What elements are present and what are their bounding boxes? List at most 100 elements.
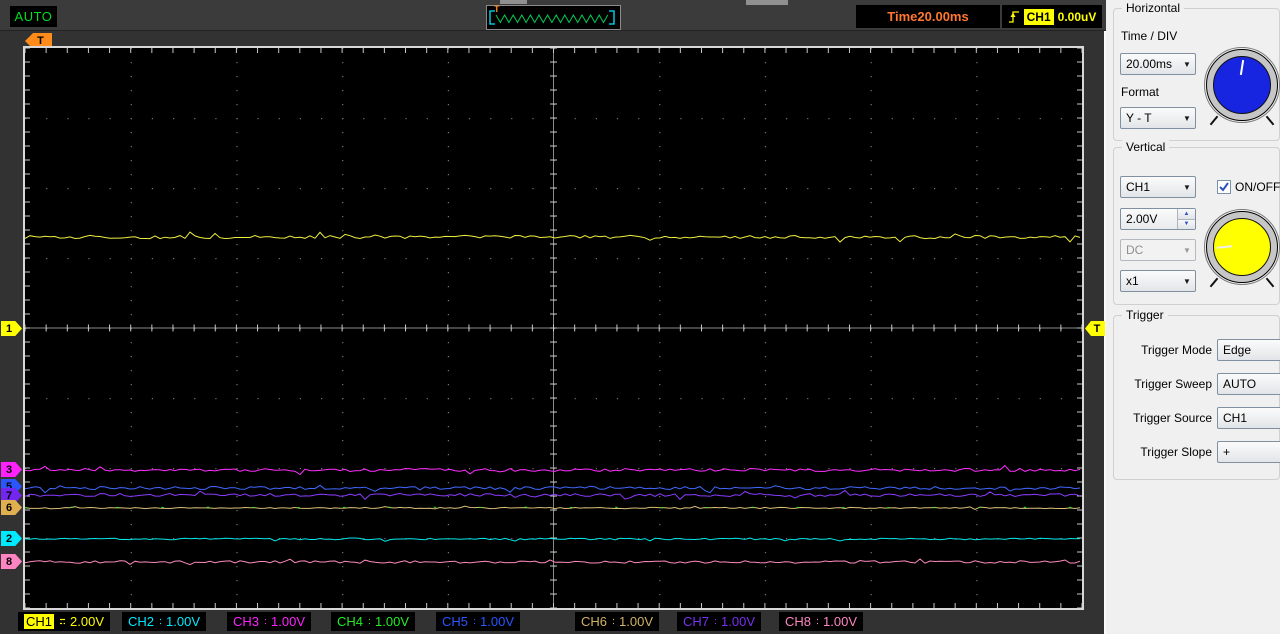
dc-coupling-icon <box>59 617 65 626</box>
trigger-row-label: Trigger Mode <box>1114 343 1212 357</box>
trigger-source-dropdown[interactable]: CH1▼ <box>1217 407 1280 429</box>
channel-label-ch8[interactable]: CH81.00V <box>779 612 863 631</box>
checkmark-icon <box>1218 181 1230 193</box>
knob-leg <box>1266 116 1275 126</box>
channel-select-dropdown[interactable]: CH1 ▼ <box>1120 176 1196 198</box>
probe-dropdown[interactable]: x1 ▼ <box>1120 270 1196 292</box>
channel-volts: 2.00V <box>70 614 104 629</box>
knob-leg <box>1210 116 1219 126</box>
trigger-row-label: Trigger Sweep <box>1114 377 1212 391</box>
channel-name: CH5 <box>442 614 468 629</box>
horizontal-group-title: Horizontal <box>1122 1 1184 15</box>
dc-coupling-icon <box>159 617 161 626</box>
on-off-label: ON/OFF <box>1235 180 1280 194</box>
horizontal-knob[interactable] <box>1204 47 1280 123</box>
control-panel: Horizontal Time / DIV 20.00ms ▼ Format Y… <box>1108 0 1280 634</box>
channel-volts: 1.00V <box>166 614 200 629</box>
trigger-readout: CH1 0.00uV <box>1002 5 1102 28</box>
vertical-group: Vertical CH1 ▼ ON/OFF 2.00V ▲ ▼ DC ▼ x1 … <box>1113 147 1280 305</box>
channel-marker-2[interactable]: 2 <box>1 531 22 546</box>
trigger-row-label: Trigger Slope <box>1114 445 1212 459</box>
channel-label-ch7[interactable]: CH7 1.00V <box>677 612 761 631</box>
trigger-level-text: 0.00uV <box>1058 10 1097 24</box>
channel-label-ch5[interactable]: CH5 1.00V <box>436 612 520 631</box>
channel-volts: 1.00V <box>721 614 755 629</box>
channel-name: CH1 <box>24 614 54 629</box>
trigger-mode-dropdown[interactable]: Edge▼ <box>1217 339 1280 361</box>
channel-volts: 1.00V <box>823 614 857 629</box>
channel-marker-8[interactable]: 8 <box>1 554 22 569</box>
channel-marker-6[interactable]: 6 <box>1 500 22 515</box>
time-div-label: Time / DIV <box>1121 29 1177 43</box>
scope-display <box>23 46 1084 610</box>
chevron-down-icon: ▼ <box>1179 246 1195 255</box>
dropdown-value: AUTO <box>1218 377 1280 391</box>
trace-ch6 <box>25 506 1080 509</box>
chevron-down-icon: ▼ <box>1179 183 1195 192</box>
trigger-sweep-dropdown[interactable]: AUTO▼ <box>1217 373 1280 395</box>
channel-name: CH7 <box>683 614 709 629</box>
trigger-source-badge: CH1 <box>1024 9 1054 25</box>
trace-ch5 <box>25 485 1080 492</box>
channel-marker-1[interactable]: 1 <box>1 321 22 336</box>
trace-ch3 <box>25 466 1080 475</box>
chevron-down-icon: ▼ <box>1179 114 1195 123</box>
time-div-dropdown[interactable]: 20.00ms ▼ <box>1120 53 1196 75</box>
top-notch <box>500 0 527 4</box>
preview-trigger-marker: T <box>494 5 500 14</box>
trigger-level-marker[interactable]: T <box>1085 321 1105 336</box>
volts-div-value: 2.00V <box>1121 212 1177 226</box>
channel-label-ch6[interactable]: CH61.00V <box>575 612 659 631</box>
spin-up-button[interactable]: ▲ <box>1178 209 1195 219</box>
coupling-dropdown[interactable]: DC ▼ <box>1120 239 1196 261</box>
acquisition-status-readout: AUTO <box>10 6 57 27</box>
channel-select-value: CH1 <box>1121 180 1179 194</box>
trace-ch7 <box>25 490 1080 499</box>
dc-coupling-icon <box>473 617 475 626</box>
vertical-group-title: Vertical <box>1122 140 1169 154</box>
scope-grid <box>25 48 1082 608</box>
coupling-value: DC <box>1121 243 1179 257</box>
status-bar: AUTO T Time20.00ms CH1 0.00uV <box>0 0 1106 31</box>
format-value: Y - T <box>1121 111 1179 125</box>
channel-volts: 1.00V <box>619 614 653 629</box>
channel-label-ch2[interactable]: CH2 1.00V <box>122 612 206 631</box>
format-dropdown[interactable]: Y - T ▼ <box>1120 107 1196 129</box>
vertical-knob[interactable] <box>1204 209 1280 285</box>
dc-coupling-icon <box>612 617 614 626</box>
channel-label-ch3[interactable]: CH3 1.00V <box>227 612 311 631</box>
channel-volts: 1.00V <box>480 614 514 629</box>
horizontal-group: Horizontal Time / DIV 20.00ms ▼ Format Y… <box>1113 8 1280 141</box>
chevron-down-icon: ▼ <box>1179 60 1195 69</box>
time-div-value: 20.00ms <box>1121 57 1179 71</box>
spin-down-button[interactable]: ▼ <box>1178 219 1195 230</box>
format-label: Format <box>1121 85 1159 99</box>
preview-trace <box>496 15 608 23</box>
chevron-down-icon: ▼ <box>1179 277 1195 286</box>
trigger-group-title: Trigger <box>1122 308 1168 322</box>
preview-right-bracket-icon <box>609 11 614 24</box>
channel-label-ch1[interactable]: CH1 2.00V <box>18 612 110 631</box>
probe-value: x1 <box>1121 274 1179 288</box>
channel-volts: 1.00V <box>271 614 305 629</box>
rising-edge-icon <box>1008 9 1020 25</box>
trace-ch1 <box>25 232 1080 242</box>
dropdown-value: Edge <box>1218 343 1280 357</box>
channel-marker-3[interactable]: 3 <box>1 462 22 477</box>
timebase-readout: Time20.00ms <box>856 5 1000 28</box>
waveform-preview: T <box>486 5 621 30</box>
channel-label-ch4[interactable]: CH41.00V <box>331 612 415 631</box>
channel-name: CH3 <box>233 614 259 629</box>
acquisition-status-text: AUTO <box>15 9 53 24</box>
channel-name: CH2 <box>128 614 154 629</box>
scope-canvas <box>25 48 1082 608</box>
trigger-row-label: Trigger Source <box>1114 411 1212 425</box>
spinner-buttons: ▲ ▼ <box>1177 209 1195 229</box>
volts-div-spinner[interactable]: 2.00V ▲ ▼ <box>1120 208 1196 230</box>
channel-on-off-checkbox[interactable] <box>1217 180 1231 194</box>
trigger-slope-dropdown[interactable]: +▼ <box>1217 441 1280 463</box>
top-notch <box>746 0 788 5</box>
dropdown-value: CH1 <box>1218 411 1280 425</box>
trace-ch8 <box>25 559 1080 565</box>
trace-ch2 <box>25 538 1080 541</box>
